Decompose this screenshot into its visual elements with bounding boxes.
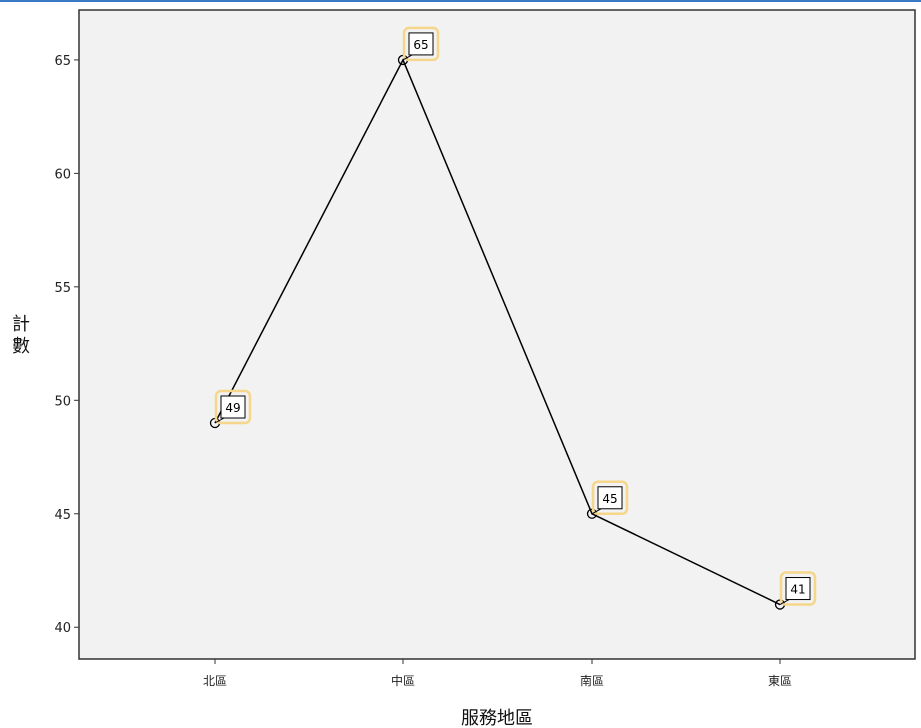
x-tick-label: 東區	[768, 674, 792, 688]
data-label: 65	[413, 38, 428, 52]
x-tick-label: 中區	[391, 673, 415, 688]
x-axis: 北區 中區 南區 東區	[203, 659, 792, 688]
y-tick-label: 65	[54, 54, 71, 69]
y-tick-label: 55	[54, 281, 71, 296]
y-tick-label: 50	[54, 394, 71, 409]
y-tick-label: 45	[54, 508, 71, 523]
y-tick-label: 40	[54, 621, 71, 636]
y-axis: 40 45 50 55 60 65	[54, 54, 79, 636]
svg-text:數: 數	[12, 336, 30, 357]
data-label: 41	[790, 583, 805, 597]
x-tick-label: 南區	[580, 673, 604, 688]
x-axis-title: 服務地區	[461, 708, 533, 728]
data-label: 45	[602, 492, 617, 506]
svg-text:計: 計	[12, 314, 30, 335]
data-label: 49	[225, 401, 240, 415]
y-axis-title: 計 數	[12, 314, 30, 357]
plot-area	[78, 9, 916, 660]
chart-container: 40 45 50 55 60 65 北區 中區 南區 東區 49 65 45 41 服務地區 計 數	[0, 0, 921, 728]
y-tick-label: 60	[54, 167, 71, 182]
line-chart: 40 45 50 55 60 65 北區 中區 南區 東區 49 65 45 41 服務地區 計 數	[12, 9, 916, 728]
x-tick-label: 北區	[203, 674, 227, 688]
